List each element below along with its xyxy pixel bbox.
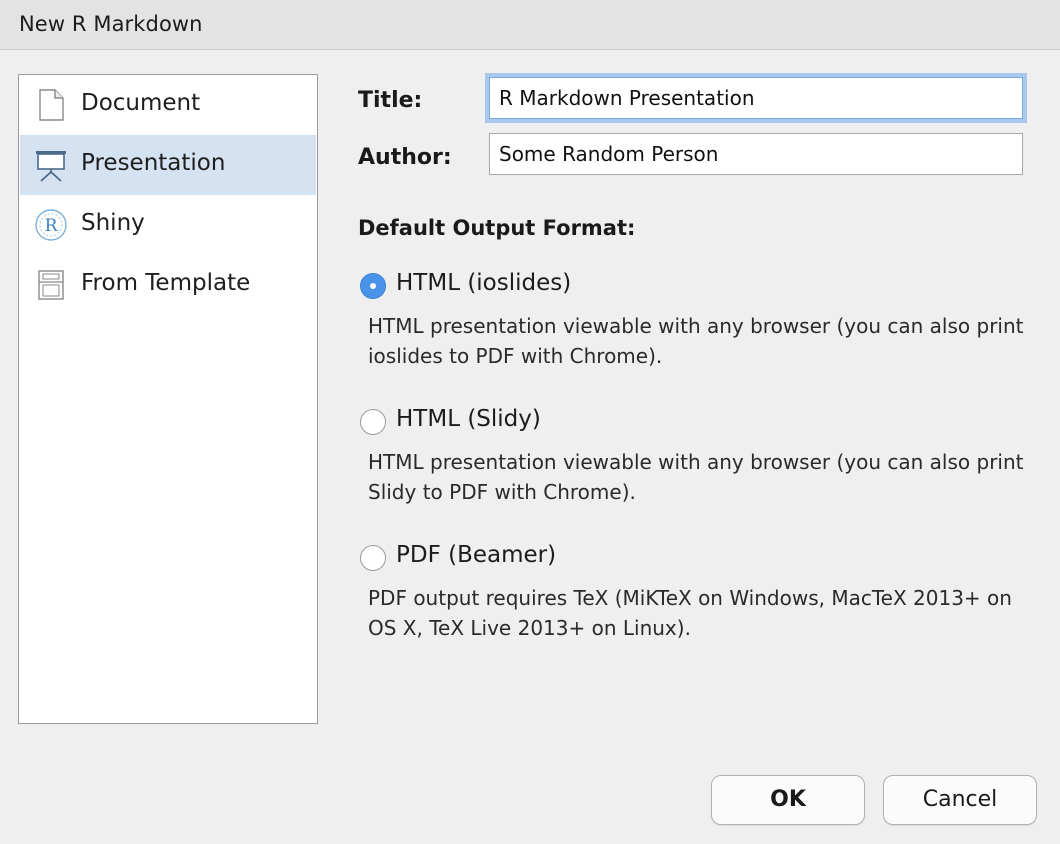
radio-html-slidy[interactable]: [360, 409, 386, 435]
sidebar-item-label: From Template: [81, 270, 251, 296]
format-category-list: Document Presentation R Shiny From Templ…: [18, 74, 318, 724]
cancel-button[interactable]: Cancel: [883, 775, 1037, 825]
author-input[interactable]: [489, 133, 1023, 175]
radio-description-html-ioslides: HTML presentation viewable with any brow…: [368, 314, 1024, 368]
radio-description-pdf-beamer: PDF output requires TeX (MiKTeX on Windo…: [368, 586, 1012, 640]
window-title: New R Markdown: [19, 12, 203, 36]
sidebar-item-label: Shiny: [81, 210, 145, 236]
template-icon: [34, 268, 68, 302]
shiny-icon: R: [34, 208, 68, 242]
sidebar-item-label: Presentation: [81, 150, 226, 176]
sidebar-item-from-template[interactable]: From Template: [20, 255, 316, 315]
presentation-icon: [34, 148, 68, 182]
title-bar: New R Markdown: [0, 0, 1060, 50]
title-input[interactable]: [489, 77, 1023, 119]
sidebar-item-shiny[interactable]: R Shiny: [20, 195, 316, 255]
title-label: Title:: [358, 88, 423, 113]
radio-pdf-beamer[interactable]: [360, 545, 386, 571]
document-icon: [34, 88, 68, 122]
sidebar-item-label: Document: [81, 90, 201, 116]
svg-text:R: R: [45, 216, 59, 236]
radio-description-html-slidy: HTML presentation viewable with any brow…: [368, 450, 1024, 504]
author-label: Author:: [358, 145, 452, 170]
radio-html-ioslides[interactable]: [360, 273, 386, 299]
radio-label-html-ioslides[interactable]: HTML (ioslides): [396, 270, 571, 296]
new-r-markdown-dialog: New R Markdown Document Presentation R S…: [0, 0, 1060, 844]
sidebar-item-presentation[interactable]: Presentation: [20, 135, 316, 195]
default-output-format-heading: Default Output Format:: [358, 216, 636, 240]
ok-button[interactable]: OK: [711, 775, 865, 825]
sidebar-item-document[interactable]: Document: [20, 75, 316, 135]
radio-label-pdf-beamer[interactable]: PDF (Beamer): [396, 542, 556, 568]
radio-label-html-slidy[interactable]: HTML (Slidy): [396, 406, 541, 432]
